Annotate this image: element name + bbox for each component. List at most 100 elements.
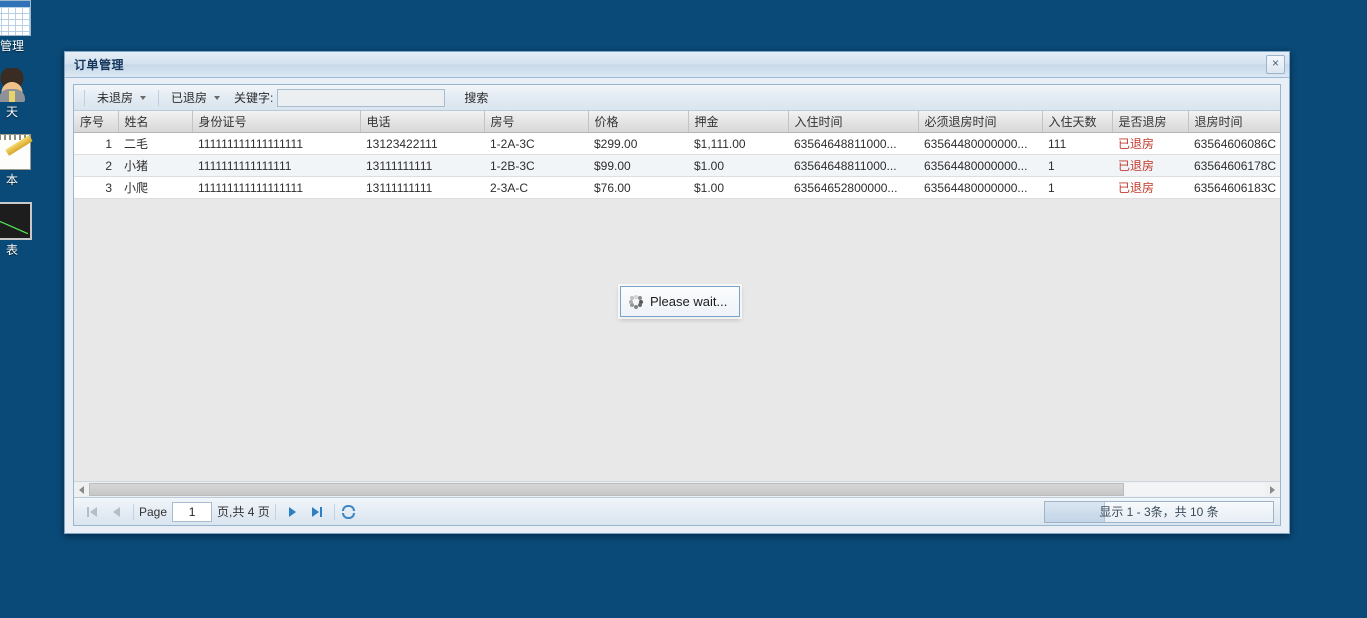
status-badge: 已退房 [1112, 154, 1188, 177]
cell-price: $99.00 [588, 154, 688, 177]
desktop-icon-chart[interactable]: 表 [0, 202, 42, 258]
cell-id_no: 111111111111111111 [192, 132, 360, 155]
next-page-icon [289, 506, 297, 517]
cell-deposit: $1.00 [688, 154, 788, 177]
cell-room: 1-2A-3C [484, 132, 588, 155]
spreadsheet-icon [0, 0, 31, 36]
prev-page-icon [112, 506, 120, 517]
cell-checkin: 63564648811000... [788, 132, 918, 155]
cell-must_out: 63564480000000... [918, 132, 1042, 155]
keyword-label: 关键字: [234, 91, 274, 105]
window-title: 订单管理 [74, 58, 125, 72]
column-header-checkin[interactable]: 入住时间 [788, 111, 919, 133]
person-icon [0, 68, 30, 102]
pager-separator [133, 503, 134, 520]
cell-must_out: 63564480000000... [918, 176, 1042, 199]
column-header-checkout[interactable]: 退房时间 [1188, 111, 1280, 133]
cell-seq: 3 [74, 176, 118, 199]
scroll-right-icon[interactable] [1265, 483, 1280, 497]
filter-checked-out-label: 已退房 [171, 91, 208, 105]
column-header-must_out[interactable]: 必须退房时间 [918, 111, 1043, 133]
search-button[interactable]: 搜索 [457, 86, 495, 109]
last-page-button[interactable] [305, 501, 329, 523]
grid-empty-area [74, 199, 1280, 481]
cell-id_no: 1111111111111111 [192, 154, 360, 177]
desktop-icon-list: 管理 天 本 表 [0, 0, 42, 272]
cell-name: 小爬 [118, 176, 192, 199]
next-page-button[interactable] [281, 501, 305, 523]
record-count-label: 显示 1 - 3条，共 10 条 [1099, 505, 1219, 519]
column-header-deposit[interactable]: 押金 [688, 111, 789, 133]
cell-checkout: 63564606178C [1188, 154, 1280, 177]
table-row[interactable]: 3 小爬 111111111111111111 13111111111 2-3A-C $7… [74, 176, 1280, 199]
cell-phone: 13111111111 [360, 154, 484, 177]
cell-checkin: 63564648811000... [788, 154, 918, 177]
scrollbar-track[interactable] [89, 483, 1265, 496]
status-badge: 已退房 [1112, 132, 1188, 155]
column-header-price[interactable]: 价格 [588, 111, 689, 133]
column-header-room[interactable]: 房号 [484, 111, 589, 133]
toolbar-separator [84, 89, 85, 106]
pager-separator [274, 503, 276, 520]
pager-separator [333, 503, 335, 520]
orders-table: 序号 姓名 身份证号 电话 房号 价格 押金 入住时间 必须退房时间 入住天数 是否退房 退房时间 1… [74, 111, 1280, 199]
cell-must_out: 63564480000000... [918, 154, 1042, 177]
chevron-down-icon [214, 95, 221, 100]
cell-checkout: 63564606183C [1188, 176, 1280, 199]
filter-unchecked-out-dropdown[interactable]: 未退房 [91, 86, 152, 109]
cell-phone: 13123422111 [360, 132, 484, 155]
cell-days: 1 [1042, 176, 1112, 199]
status-badge: 已退房 [1112, 176, 1188, 199]
table-row[interactable]: 1 二毛 111111111111111111 13123422111 1-2A-3C $… [74, 132, 1280, 155]
cell-deposit: $1.00 [688, 176, 788, 199]
column-header-is_out[interactable]: 是否退房 [1112, 111, 1189, 133]
scroll-left-icon[interactable] [74, 483, 89, 497]
cell-price: $76.00 [588, 176, 688, 199]
column-header-id_no[interactable]: 身份证号 [192, 111, 361, 133]
status-progress-bar: 显示 1 - 3条，共 10 条 [1044, 500, 1274, 523]
total-pages-label: 页,共 4 页 [217, 505, 270, 519]
cell-name: 小猪 [118, 154, 192, 177]
cell-days: 1 [1042, 154, 1112, 177]
first-page-icon [87, 506, 89, 517]
prev-page-button[interactable] [104, 501, 128, 523]
refresh-icon[interactable] [340, 503, 358, 521]
column-header-phone[interactable]: 电话 [360, 111, 485, 133]
please-wait-label: Please wait... [650, 294, 728, 309]
cell-seq: 1 [74, 132, 118, 155]
page-number-input[interactable] [172, 501, 213, 522]
desktop-icon-label: 表 [5, 243, 18, 257]
column-header-days[interactable]: 入住天数 [1042, 111, 1113, 133]
table-row[interactable]: 2 小猪 1111111111111111 13111111111 1-2B-3C $99… [74, 154, 1280, 177]
page-label: Page [139, 504, 168, 519]
desktop-icon-label: 天 [5, 105, 18, 119]
chart-icon [0, 202, 32, 240]
column-header-seq[interactable]: 序号 [74, 111, 119, 133]
cell-id_no: 111111111111111111 [192, 176, 360, 199]
desktop-icon-label: 本 [5, 173, 18, 187]
cell-checkin: 63564652800000... [788, 176, 918, 199]
cell-seq: 2 [74, 154, 118, 177]
cell-deposit: $1,111.00 [688, 132, 788, 155]
window-titlebar[interactable]: 订单管理 × [65, 52, 1289, 78]
first-page-button[interactable] [80, 501, 104, 523]
column-header-name[interactable]: 姓名 [118, 111, 193, 133]
cell-room: 2-3A-C [484, 176, 588, 199]
search-input[interactable] [277, 88, 446, 107]
filter-checked-out-dropdown[interactable]: 已退房 [165, 86, 226, 109]
desktop-icon-person[interactable]: 天 [0, 68, 42, 120]
table-header-row: 序号 姓名 身份证号 电话 房号 价格 押金 入住时间 必须退房时间 入住天数 是否退房 退房时间 [74, 111, 1280, 133]
please-wait-dialog: Please wait... [620, 286, 741, 317]
desktop-icon-grid-management[interactable]: 管理 [0, 0, 42, 54]
cell-name: 二毛 [118, 132, 192, 155]
desktop-icon-notepad[interactable]: 本 [0, 134, 42, 188]
horizontal-scrollbar[interactable] [74, 481, 1280, 497]
filter-unchecked-out-label: 未退房 [97, 91, 134, 105]
cell-phone: 13111111111 [360, 176, 484, 199]
scrollbar-thumb[interactable] [89, 483, 1124, 496]
notepad-icon [0, 134, 31, 170]
chevron-down-icon [140, 95, 147, 100]
cell-price: $299.00 [588, 132, 688, 155]
close-icon[interactable]: × [1266, 55, 1285, 74]
toolbar: 未退房 已退房 关键字: 搜索 [74, 85, 1280, 111]
